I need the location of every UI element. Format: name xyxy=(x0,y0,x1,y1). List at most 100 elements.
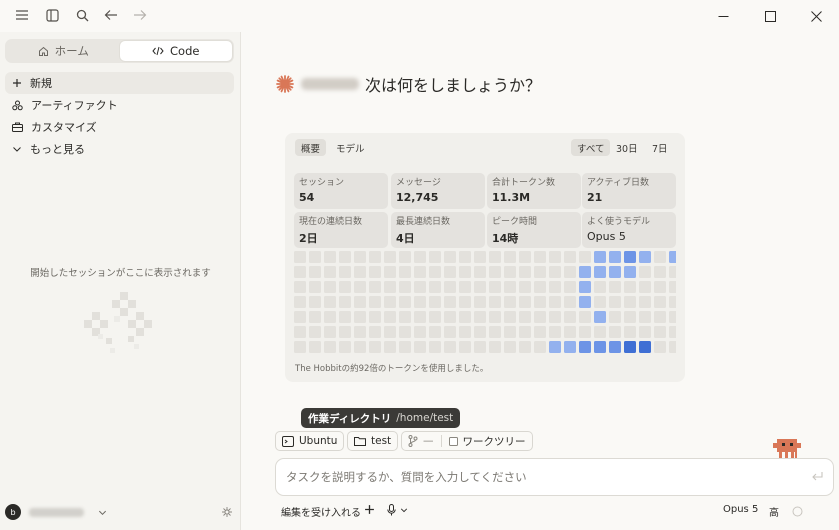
heatmap-cell xyxy=(549,296,561,308)
heatmap-cell xyxy=(309,266,321,278)
branch-chip[interactable]: — ワークツリー xyxy=(401,431,533,451)
folder-icon xyxy=(354,436,366,446)
greeting-text: 次は何をしましょうか？ xyxy=(365,76,542,95)
heatmap-cell xyxy=(384,326,396,338)
tab-home[interactable]: ホーム xyxy=(7,41,120,61)
sidebar-item-more[interactable]: もっと見る xyxy=(5,138,234,160)
user-account[interactable]: b xyxy=(5,501,235,523)
git-branch-icon xyxy=(408,435,418,447)
environment-label: Ubuntu xyxy=(299,435,338,447)
sidebar-item-new[interactable]: 新規 xyxy=(5,72,234,94)
heatmap-cell xyxy=(294,251,306,263)
heatmap-cell xyxy=(399,341,411,353)
heatmap-cell xyxy=(519,341,531,353)
heatmap-cell xyxy=(579,281,591,293)
heatmap-cell xyxy=(444,341,456,353)
range-all[interactable]: すべて xyxy=(571,139,611,156)
heatmap-cell xyxy=(414,296,426,308)
menu-icon[interactable] xyxy=(10,4,34,26)
maximize-icon[interactable] xyxy=(747,0,793,32)
heatmap-cell xyxy=(564,266,576,278)
heatmap-cell xyxy=(549,251,561,263)
sidebar-toggle-icon[interactable] xyxy=(40,4,64,26)
search-icon[interactable] xyxy=(70,4,94,26)
folder-chip[interactable]: test xyxy=(347,431,399,451)
environment-chip[interactable]: Ubuntu xyxy=(275,431,345,451)
accept-edits-toggle[interactable]: 編集を受け入れる xyxy=(281,504,361,519)
heatmap-cell xyxy=(294,326,306,338)
heatmap-cell xyxy=(459,281,471,293)
back-arrow-icon[interactable] xyxy=(99,4,123,26)
heatmap-cell xyxy=(669,251,676,263)
add-attachment-button[interactable] xyxy=(364,504,375,515)
heatmap-cell xyxy=(384,251,396,263)
range-7d[interactable]: 7日 xyxy=(646,139,674,156)
heatmap-cell xyxy=(624,296,636,308)
forward-arrow-icon[interactable] xyxy=(128,4,152,26)
effort-selector[interactable]: 高 xyxy=(769,504,779,519)
claude-logo-icon xyxy=(275,74,295,94)
heatmap-cell xyxy=(639,326,651,338)
heatmap-cell xyxy=(354,266,366,278)
heatmap-cell xyxy=(669,341,676,353)
heatmap-cell xyxy=(564,296,576,308)
heatmap-cell xyxy=(309,251,321,263)
heatmap-cell xyxy=(339,326,351,338)
heatmap-cell xyxy=(369,296,381,308)
heatmap-cell xyxy=(594,281,606,293)
heatmap-cell xyxy=(489,266,501,278)
heatmap-cell xyxy=(534,326,546,338)
user-name-redacted xyxy=(29,507,84,517)
minimize-icon[interactable] xyxy=(700,0,746,32)
heatmap-cell xyxy=(414,281,426,293)
stat-value: 14時 xyxy=(492,232,519,245)
heatmap-cell xyxy=(489,311,501,323)
empty-sessions-message: 開始したセッションがここに表示されます xyxy=(30,268,211,279)
sidebar-item-label: カスタマイズ xyxy=(31,121,97,134)
code-icon xyxy=(152,46,164,56)
heatmap-cell xyxy=(534,251,546,263)
heatmap-cell xyxy=(654,326,666,338)
tab-models[interactable]: モデル xyxy=(330,139,371,156)
tab-code[interactable]: Code xyxy=(119,41,232,61)
heatmap-cell xyxy=(519,311,531,323)
tab-overview[interactable]: 概要 xyxy=(295,139,327,156)
heatmap-cell xyxy=(429,326,441,338)
stat-value: 21 xyxy=(587,191,603,204)
heatmap-cell xyxy=(564,281,576,293)
heatmap-cell xyxy=(624,281,636,293)
heatmap-cell xyxy=(579,251,591,263)
accept-edits-label: 編集を受け入れる xyxy=(281,508,361,519)
sidebar-item-label: もっと見る xyxy=(30,143,85,156)
heatmap-cell xyxy=(654,266,666,278)
send-icon[interactable] xyxy=(811,471,823,482)
heatmap-cell xyxy=(579,326,591,338)
heatmap-cell xyxy=(444,296,456,308)
prompt-input[interactable] xyxy=(286,468,766,486)
stat-card-sessions: セッション 54 xyxy=(294,173,388,209)
sidebar-item-customize[interactable]: カスタマイズ xyxy=(5,116,234,138)
close-icon[interactable] xyxy=(793,0,839,32)
voice-input-button[interactable] xyxy=(387,504,408,516)
stat-label: メッセージ xyxy=(396,178,441,188)
heatmap-cell xyxy=(324,296,336,308)
stat-label: 最長連続日数 xyxy=(396,217,451,227)
heatmap-cell xyxy=(639,281,651,293)
heatmap-cell xyxy=(324,266,336,278)
range-30d[interactable]: 30日 xyxy=(610,139,644,156)
checkbox-icon[interactable] xyxy=(448,436,458,446)
heatmap-cell xyxy=(369,266,381,278)
sidebar-item-label: 新規 xyxy=(30,77,52,90)
heatmap-cell xyxy=(324,251,336,263)
prompt-composer xyxy=(275,458,834,496)
heatmap-cell xyxy=(549,326,561,338)
stat-value: 54 xyxy=(299,191,315,204)
heatmap-cell xyxy=(444,251,456,263)
heatmap-cell xyxy=(504,281,516,293)
model-selector[interactable]: Opus 5 xyxy=(723,504,758,515)
settings-sparkle-icon[interactable] xyxy=(221,506,233,518)
sidebar-item-artifacts[interactable]: アーティファクト xyxy=(5,94,234,116)
branch-label: — xyxy=(423,435,434,447)
heatmap-cell xyxy=(609,311,621,323)
heatmap-cell xyxy=(399,251,411,263)
